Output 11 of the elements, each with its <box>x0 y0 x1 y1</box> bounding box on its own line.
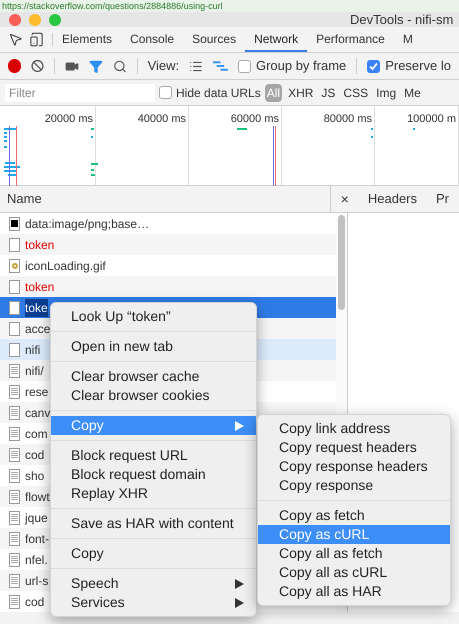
checkbox-label: Group by frame <box>256 57 346 76</box>
checkbox-label: Hide data URLs <box>176 84 261 102</box>
timeline-tick-label: 100000 m <box>407 112 456 127</box>
timeline-tick-label: 20000 ms <box>44 112 93 127</box>
timeline-tick-label: 40000 ms <box>138 112 186 127</box>
browser-url: https://stackoverflow.com/questions/2884886/using-curl <box>2 0 223 12</box>
timeline-tick-label: 80000 ms <box>324 112 372 127</box>
view-label: View: <box>148 57 180 76</box>
timeline-tick-label: 60000 ms <box>230 112 279 127</box>
checkbox-label: Preserve lo <box>385 57 451 76</box>
window-title: DevTools - nifi-sm <box>350 12 454 27</box>
